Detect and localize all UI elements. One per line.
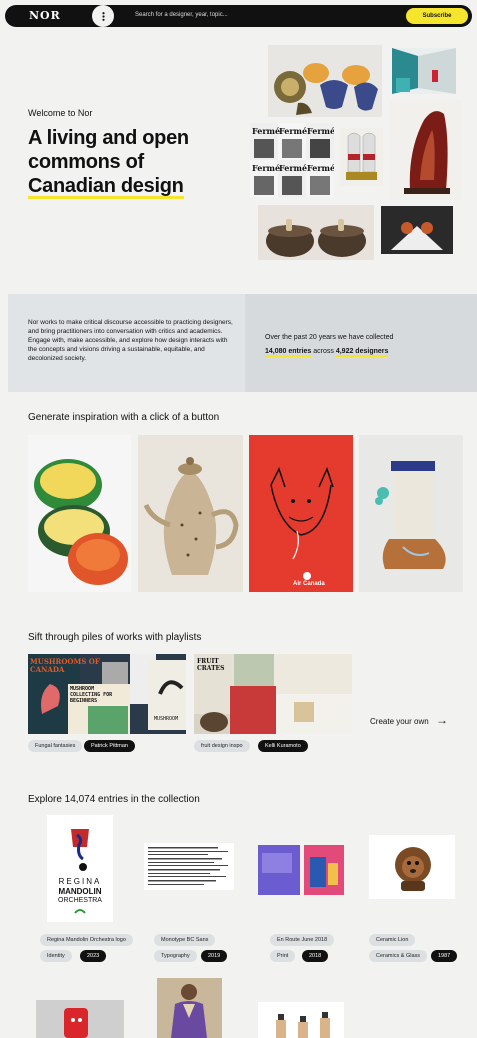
playlist-cover-text: MUSHROOMS OF CANADA (30, 657, 100, 674)
entry-name-pill[interactable]: Ceramic Lion (369, 934, 416, 946)
book-cover-title: Fermé (279, 126, 308, 136)
nor-logo[interactable]: NOR (29, 9, 61, 22)
sardine-tin-image[interactable] (28, 435, 131, 592)
playlist-name-pill[interactable]: Fungal fantasies (28, 740, 83, 752)
entry-year-pill[interactable]: 1987 (431, 950, 458, 962)
moccasin-boot-image[interactable] (359, 435, 463, 592)
vertical-dots-icon[interactable] (92, 5, 114, 27)
logo-art-line: MANDOLIN (58, 887, 102, 896)
playlist-fruit-design-cover[interactable]: FRUIT CRATES (194, 654, 352, 734)
hero-title-line-3: Canadian design (28, 175, 184, 199)
regina-mandolin-logo-image[interactable]: REGINA MANDOLIN ORCHESTRA (47, 815, 113, 922)
stats-intro: Over the past 20 years we have collected (265, 334, 394, 341)
egg-stand-image[interactable] (381, 206, 453, 254)
inspiration-title: Generate inspiration with a click of a b… (28, 412, 220, 423)
curator-pill[interactable]: Kelli Kuramoto (258, 740, 308, 752)
playlist-cover-text: FRUIT CRATES (197, 658, 225, 672)
stats-line: 14,080 entries across 4,922 designers (265, 348, 389, 357)
red-vase-image[interactable] (390, 100, 462, 200)
logo-art-line: ORCHESTRA (58, 897, 102, 904)
arrow-right-icon[interactable]: → (436, 713, 448, 727)
red-mailbox-image[interactable] (36, 1000, 124, 1038)
playlist-name-pill[interactable]: fruit design inspo (194, 740, 250, 752)
ceramic-teapot-image[interactable] (138, 435, 243, 592)
playlists-title: Sift through piles of works with playlis… (28, 632, 202, 643)
create-playlist-link[interactable]: Create your own (370, 717, 429, 726)
book-cover-title: Fermé (252, 163, 281, 173)
curator-pill[interactable]: Patrick Pittman (84, 740, 135, 752)
mission-text: Nor works to make critical discourse acc… (28, 319, 233, 362)
ferme-book-covers-image[interactable]: Fermé Fermé Fermé Fermé Fermé Fermé (250, 123, 334, 197)
woven-baskets-image[interactable] (258, 205, 374, 260)
entry-name-pill[interactable]: Regina Mandolin Orchestra logo (40, 934, 133, 946)
top-navigation-bar: NOR Search for a designer, year, topic..… (5, 5, 472, 27)
hero-title-line-2: commons of (28, 151, 144, 173)
playlist-cover-text: MUSHROOM (154, 716, 179, 722)
hero-title-line-1: A living and open (28, 127, 189, 149)
entry-category-pill[interactable]: Ceramics & Glass (369, 950, 428, 962)
teal-chair-image[interactable] (392, 48, 456, 94)
logo-art-line: REGINA (58, 877, 102, 886)
entry-year-pill[interactable]: 2023 (80, 950, 107, 962)
collection-title: Explore 14,074 entries in the collection (28, 794, 200, 805)
book-cover-title: Fermé (307, 126, 334, 136)
designers-count[interactable]: 4,922 designers (335, 348, 389, 357)
stats-across: across (313, 348, 334, 355)
hero-title: A living and open commons of Canadian de… (28, 126, 248, 199)
entry-category-pill[interactable]: Typography (154, 950, 197, 962)
book-cover-title: Fermé (252, 126, 281, 136)
entry-category-pill[interactable]: Print (270, 950, 296, 962)
search-input[interactable]: Search for a designer, year, topic... (135, 12, 228, 18)
patterned-suit-image[interactable] (157, 978, 222, 1038)
entry-category-pill[interactable]: Identity (40, 950, 72, 962)
en-route-magazine-image[interactable] (258, 843, 344, 895)
bottles-image[interactable] (258, 1002, 344, 1038)
welcome-text: Welcome to Nor (28, 108, 93, 118)
entry-year-pill[interactable]: 2019 (201, 950, 228, 962)
playlist-cover-text: MUSHROOM COLLECTING FOR BEGINNERS (70, 686, 113, 704)
subscribe-button[interactable]: Subscribe (406, 8, 468, 24)
earrings-image[interactable] (268, 45, 382, 117)
book-cover-title: Fermé (307, 163, 334, 173)
monotype-bc-sans-specimen-image[interactable] (144, 843, 234, 890)
ceramic-lion-image[interactable] (369, 835, 455, 899)
entry-name-pill[interactable]: En Route June 2018 (270, 934, 335, 946)
stats-panel (245, 294, 477, 392)
entry-name-pill[interactable]: Monotype BC Sans (154, 934, 216, 946)
poster-brand-text: Air Canada (293, 581, 325, 587)
entry-year-pill[interactable]: 2018 (302, 950, 329, 962)
playlist-fungal-fantasies-cover[interactable]: MUSHROOMS OF CANADA MUSHROOM COLLECTING … (28, 654, 186, 734)
book-cover-title: Fermé (279, 163, 308, 173)
air-canada-poster-image[interactable]: Air Canada (249, 435, 353, 592)
entries-count[interactable]: 14,080 entries (265, 348, 312, 357)
mittens-image[interactable] (340, 128, 383, 186)
